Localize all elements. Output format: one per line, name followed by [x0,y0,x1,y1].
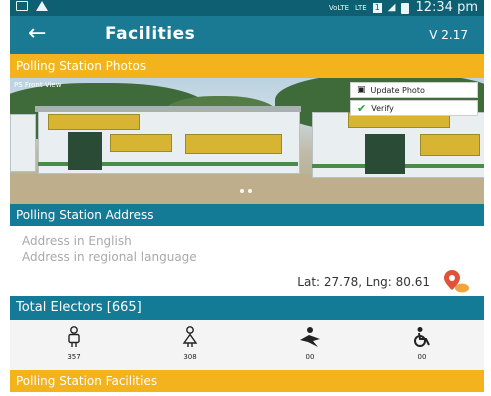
verify-button[interactable]: ✔ Verify [350,100,478,116]
section-header-facilities: Polling Station Facilities [10,370,484,392]
carousel-dot[interactable] [240,189,244,193]
lat-lng-readout: Lat: 27.78, Lng: 80.61 [297,275,430,289]
screen: VoLTE LTE 1 ◢ 12:34 pm ← Facilities V 2.… [10,0,484,396]
map-pin-icon[interactable] [442,268,470,294]
building-left-sign-3 [185,134,282,154]
update-photo-label: Update Photo [370,85,425,95]
elector-pwd: 00 [392,326,452,361]
building-left-sign-1 [48,114,140,130]
camera-icon: ▣ [357,85,366,95]
elector-male: 357 [44,326,104,361]
signal-icon: ◢ [387,2,396,13]
address-english-field[interactable]: Address in English [22,234,132,248]
building-left-door [68,132,102,170]
warning-icon [36,1,48,11]
female-voter-icon [182,326,198,347]
address-regional-field[interactable]: Address in regional language [22,250,197,264]
building-left-roof [35,106,301,112]
lte-label: LTE [355,3,367,12]
carousel-dot[interactable] [248,189,252,193]
female-count: 308 [183,353,197,361]
building-left-sign-2 [110,134,172,152]
carousel-dots [240,189,252,193]
screen-icon [16,1,28,11]
update-photo-button[interactable]: ▣ Update Photo [350,82,478,98]
clock-time: 12:34 pm [415,0,478,15]
electors-row: 357 308 00 00 [10,320,484,370]
elector-female: 308 [160,326,220,361]
app-version: V 2.17 [429,28,468,42]
app-bar: ← Facilities V 2.17 [10,16,484,54]
pwd-wheelchair-icon [414,327,430,347]
building-right-door [365,134,405,174]
third-gender-count: 00 [305,353,315,361]
polling-station-photo[interactable]: PS Front View ▣ Update Photo ✔ Verify [10,78,484,204]
page-title: Facilities [105,24,196,44]
back-arrow-icon[interactable]: ← [28,22,46,46]
section-header-address: Polling Station Address [10,204,484,226]
pwd-count: 00 [417,353,427,361]
sim-badge: 1 [372,3,382,13]
section-header-electors: Total Electors [665] [10,296,484,320]
verify-label: Verify [371,103,394,113]
male-count: 357 [67,353,81,361]
elector-third-gender: 00 [280,326,340,361]
section-header-photos: Polling Station Photos [10,54,484,78]
address-panel: Address in English Address in regional l… [10,226,484,296]
building-right-sign-2 [420,134,480,156]
male-voter-icon [68,326,80,347]
battery-icon [401,2,410,14]
building-far-left [10,114,36,172]
network-label: VoLTE [328,3,350,12]
status-bar: VoLTE LTE 1 ◢ 12:34 pm [10,0,484,16]
photo-label: PS Front View [14,81,62,89]
check-icon: ✔ [357,101,367,115]
third-gender-icon [300,327,320,347]
